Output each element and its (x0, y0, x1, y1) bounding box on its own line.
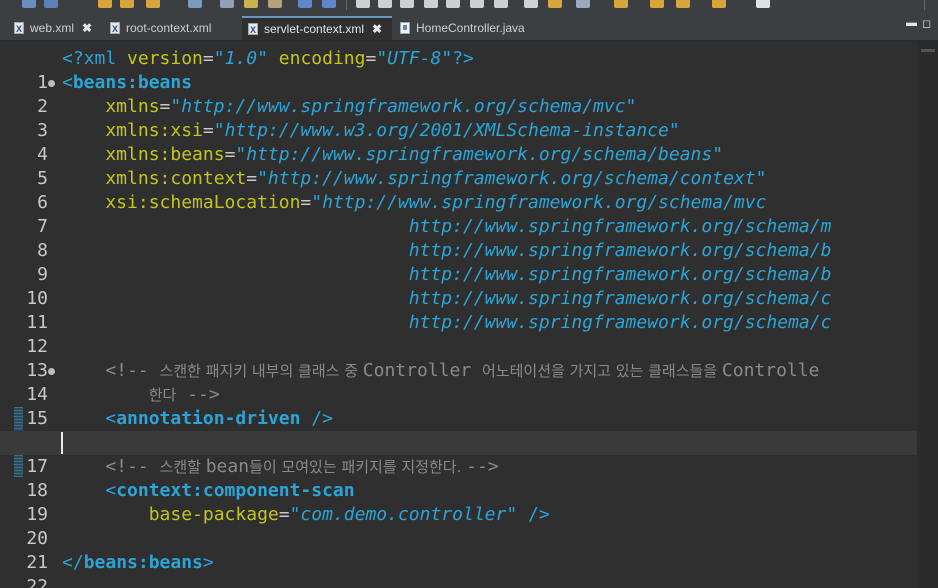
code-line[interactable]: 7 xsi:schemaLocation="http://www.springf… (0, 191, 917, 237)
toolbar-icon[interactable] (356, 0, 370, 8)
code-line[interactable]: 19 <context:component-scan (0, 479, 917, 525)
toolbar-icon[interactable] (44, 0, 58, 8)
close-icon[interactable]: ✖ (372, 22, 382, 36)
eclipse-editor-window: X web.xml ✖ X root-context.xml X servlet… (0, 0, 938, 588)
editor-tab-bar: X web.xml ✖ X root-context.xml X servlet… (0, 14, 938, 41)
overview-ruler[interactable] (917, 41, 938, 588)
line-content: xmlns:xsi="http://www.w3.org/2001/XMLSch… (62, 120, 680, 141)
code-line[interactable]: 10 http://www.springframework.org/schema… (0, 263, 917, 309)
code-line[interactable]: 18 <!-- 스캔할 bean들이 모여있는 패키지를 지정한다. --> (0, 455, 917, 501)
line-content: xsi:schemaLocation="http://www.springfra… (62, 192, 767, 213)
tab-label: servlet-context.xml (264, 22, 365, 36)
code-line[interactable]: 6 xmlns:context="http://www.springframew… (0, 167, 917, 213)
line-content: http://www.springframework.org/schema/c (62, 288, 832, 309)
overview-marker[interactable] (921, 49, 935, 52)
code-line[interactable]: 14 <!-- 스캔한 패지키 내부의 클래스 중 Controller 어노테… (0, 359, 917, 405)
toolbar-icon[interactable] (268, 0, 282, 8)
toolbar-icon[interactable] (146, 0, 160, 8)
current-code-line[interactable]: 17 (0, 431, 917, 477)
close-icon[interactable]: ✖ (82, 21, 92, 35)
line-content: base-package="com.demo.controller" /> (62, 504, 550, 525)
code-line[interactable]: 20 base-package="com.demo.controller" /> (0, 503, 917, 549)
toolbar-icon[interactable] (614, 0, 628, 8)
toolbar-icon[interactable] (378, 0, 392, 8)
line-content: http://www.springframework.org/schema/c (62, 312, 832, 333)
tab-root-context-xml[interactable]: X root-context.xml (104, 16, 242, 40)
fold-toggle-icon[interactable] (48, 368, 55, 375)
code-line[interactable]: 2 <beans:beans (0, 71, 917, 117)
tab-label: web.xml (30, 21, 75, 35)
xml-file-icon: X (14, 22, 24, 34)
code-line[interactable]: 12 http://www.springframework.org/schema… (0, 311, 917, 357)
line-content: http://www.springframework.org/schema/b (62, 240, 832, 261)
code-line[interactable]: 8 http://www.springframework.org/schema/… (0, 215, 917, 261)
code-line[interactable]: 15 한다 --> (0, 383, 917, 429)
toolbar-icon[interactable] (712, 0, 726, 8)
toolbar-icon[interactable] (676, 0, 690, 8)
toolbar-icon[interactable] (244, 0, 258, 8)
tab-label: HomeController.java (416, 21, 525, 35)
xml-file-icon: X (110, 22, 120, 34)
toolbar-icon[interactable] (22, 0, 36, 8)
line-content: xmlns:context="http://www.springframewor… (62, 168, 767, 189)
maximize-icon[interactable]: ◻ (922, 17, 931, 30)
line-content: <!-- 스캔할 bean들이 모여있는 패키지를 지정한다. --> (62, 456, 499, 477)
code-line[interactable]: 22 </beans:beans> (0, 551, 917, 588)
line-content: <annotation-driven /> (62, 408, 333, 429)
toolbar-icon[interactable] (298, 0, 312, 8)
code-line[interactable]: 1 <?xml version="1.0" encoding="UTF-8"?> (0, 47, 917, 93)
java-file-icon (400, 22, 410, 34)
line-content: http://www.springframework.org/schema/b (62, 264, 832, 285)
line-content: </beans:beans> (62, 552, 214, 573)
code-line[interactable]: 9 http://www.springframework.org/schema/… (0, 239, 917, 285)
toolbar-icon[interactable] (322, 0, 336, 8)
toolbar-icon[interactable] (400, 0, 414, 8)
code-line[interactable]: 11 http://www.springframework.org/schema… (0, 287, 917, 333)
code-line[interactable]: 13 (0, 335, 917, 381)
toolbar-icon[interactable] (650, 0, 664, 8)
tab-web-xml[interactable]: X web.xml ✖ (8, 16, 104, 40)
line-content: 한다 --> (148, 384, 220, 405)
code-line[interactable]: 21 (0, 527, 917, 573)
code-line[interactable]: 16 <annotation-driven /> (0, 407, 917, 453)
line-content: http://www.springframework.org/schema/m (62, 216, 832, 237)
toolbar-icon[interactable] (424, 0, 438, 8)
code-line[interactable]: 3 xmlns="http://www.springframework.org/… (0, 95, 917, 141)
line-content: xmlns="http://www.springframework.org/sc… (62, 96, 637, 117)
code-line[interactable]: 4 xmlns:xsi="http://www.w3.org/2001/XMLS… (0, 119, 917, 165)
code-line[interactable]: 5 xmlns:beans="http://www.springframewor… (0, 143, 917, 189)
toolbar-icon[interactable] (548, 0, 562, 8)
line-content: <context:component-scan (62, 480, 355, 501)
code-editor[interactable]: 1 <?xml version="1.0" encoding="UTF-8"?>… (0, 41, 938, 588)
toolbar-icon[interactable] (120, 0, 134, 8)
tab-servlet-context-xml[interactable]: X servlet-context.xml ✖ (242, 16, 392, 40)
line-content: <!-- 스캔한 패지키 내부의 클래스 중 Controller 어노테이션을… (62, 360, 820, 381)
line-content: <?xml version="1.0" encoding="UTF-8"?> (62, 48, 474, 69)
tab-label: root-context.xml (126, 21, 212, 35)
minimize-icon[interactable]: ▬ (906, 17, 917, 29)
toolbar-icon[interactable] (576, 0, 590, 8)
line-content: xmlns:beans="http://www.springframework.… (62, 144, 724, 165)
toolbar-icon[interactable] (446, 0, 460, 8)
main-toolbar (0, 0, 938, 14)
toolbar-icon[interactable] (98, 0, 112, 8)
line-number: 22 (26, 576, 48, 588)
tab-homecontroller-java[interactable]: HomeController.java (394, 16, 544, 40)
toolbar-icon[interactable] (470, 0, 484, 8)
toolbar-icon[interactable] (494, 0, 508, 8)
fold-toggle-icon[interactable] (48, 80, 55, 87)
toolbar-icon[interactable] (220, 0, 234, 8)
toolbar-icon[interactable] (524, 0, 538, 8)
xml-file-icon: X (248, 23, 258, 35)
line-content: <beans:beans (62, 72, 193, 93)
text-cursor (61, 432, 63, 454)
toolbar-icon[interactable] (188, 0, 202, 8)
toolbar-icon[interactable] (756, 0, 770, 8)
